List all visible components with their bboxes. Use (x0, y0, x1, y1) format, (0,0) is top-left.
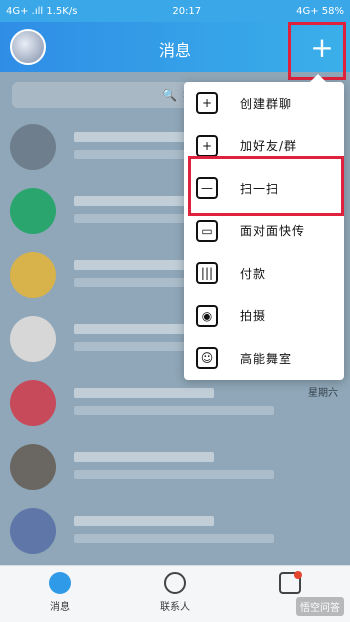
create-group-icon: + (196, 92, 218, 115)
list-item-message (74, 534, 274, 543)
nav-item-contacts[interactable]: 联系人 (135, 572, 215, 613)
search-icon: 🔍 (162, 88, 177, 102)
list-item-name (74, 516, 214, 526)
avatar (10, 124, 56, 170)
menu-label-add-friend: 加好友/群 (240, 139, 298, 154)
camera-icon: ◉ (196, 304, 218, 327)
menu-label-face-to-face: 面对面快传 (240, 224, 306, 239)
avatar (10, 380, 56, 426)
menu-label-create-group: 创建群聊 (240, 96, 293, 111)
list-item-message (74, 406, 274, 415)
list-item-date: 星期六 (308, 388, 338, 399)
network-status: 4G+ .ıll 1.5K/s (6, 5, 78, 17)
star-icon (279, 571, 302, 594)
bottom-nav: 消息 联系人 悟空问答 (0, 565, 350, 622)
menu-item-create-group[interactable]: + 创建群聊 (184, 82, 344, 125)
list-item-name (74, 452, 214, 462)
list-item[interactable]: 星期六 (0, 372, 350, 436)
list-item-message (74, 470, 274, 479)
dance-icon: ☺ (196, 347, 218, 370)
avatar (10, 508, 56, 554)
message-icon (49, 572, 71, 594)
status-bar: 4G+ .ıll 1.5K/s 20:17 4G+ 58% (0, 0, 350, 22)
status-right: 4G+ 58% (296, 6, 344, 17)
menu-item-payment[interactable]: ||| 付款 (184, 252, 344, 295)
avatar (10, 444, 56, 490)
face-to-face-icon: ▭ (196, 219, 218, 242)
avatar (10, 316, 56, 362)
highlight-plus (288, 22, 346, 80)
list-item[interactable] (0, 436, 350, 500)
nav-item-messages[interactable]: 消息 (20, 572, 100, 613)
nav-item-star[interactable] (250, 571, 330, 598)
battery-status: 4G+ 58% (296, 5, 344, 17)
menu-item-camera[interactable]: ◉ 拍摄 (184, 295, 344, 338)
status-left: 4G+ .ıll 1.5K/s (6, 6, 77, 17)
list-item[interactable] (0, 500, 350, 564)
status-time: 20:17 (172, 5, 202, 17)
menu-label-payment: 付款 (240, 266, 267, 281)
contacts-icon (164, 572, 186, 594)
notification-dot (294, 571, 302, 579)
nav-label-contacts: 联系人 (160, 602, 190, 613)
list-item-name (74, 388, 214, 398)
menu-label-camera: 拍摄 (240, 309, 267, 324)
avatar (10, 252, 56, 298)
menu-item-dance[interactable]: ☺ 高能舞室 (184, 337, 344, 380)
nav-label-messages: 消息 (50, 602, 70, 613)
dropdown-menu: + 创建群聊 + 加好友/群 — 扫一扫 ▭ 面对面快传 ||| 付款 ◉ 拍摄… (184, 74, 344, 380)
watermark-text: 悟空问答 (296, 597, 344, 616)
highlight-scan (188, 156, 344, 216)
barcode-icon: ||| (196, 262, 218, 285)
add-friend-icon: + (196, 134, 218, 157)
avatar (10, 188, 56, 234)
menu-label-dance: 高能舞室 (240, 351, 293, 366)
